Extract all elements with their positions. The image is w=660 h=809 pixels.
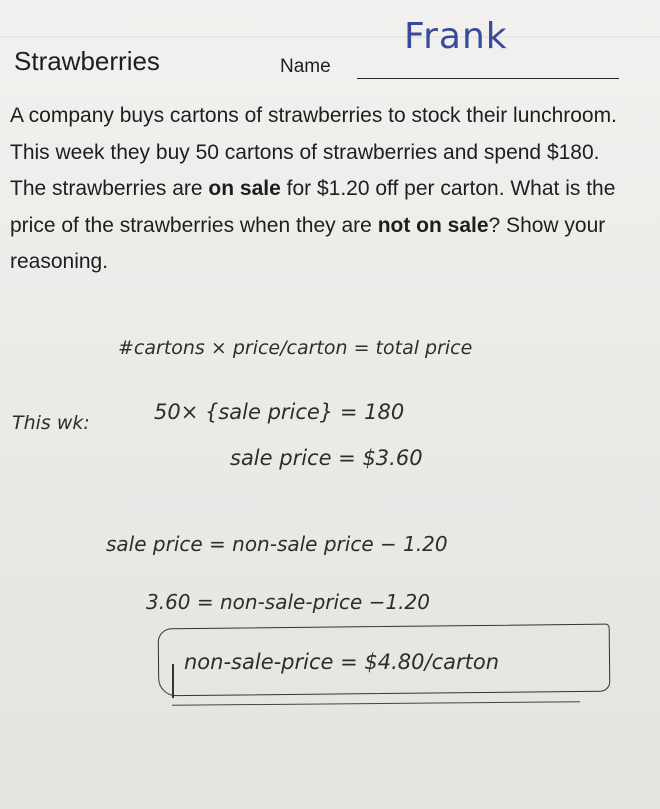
problem-bold-not-on-sale: not on sale bbox=[377, 213, 489, 237]
name-line bbox=[357, 78, 619, 79]
work-equation-1: 50× {sale price} = 180 bbox=[154, 400, 405, 424]
paper-fold bbox=[0, 36, 660, 38]
work-final-answer: non-sale-price = $4.80/carton bbox=[184, 650, 500, 674]
problem-statement: A company buys cartons of strawberries t… bbox=[10, 98, 620, 281]
worksheet-paper: Strawberries Name Frank A company buys c… bbox=[0, 0, 660, 809]
answer-bracket bbox=[172, 664, 174, 698]
problem-text: A company buys cartons of strawberries t… bbox=[10, 98, 620, 281]
work-equation-2: sale price = non-sale price − 1.20 bbox=[106, 532, 448, 556]
name-label: Name bbox=[280, 56, 331, 77]
student-name: Frank bbox=[404, 16, 508, 57]
work-sale-price-result: sale price = $3.60 bbox=[230, 446, 423, 470]
work-this-week-label: This wk: bbox=[12, 412, 90, 434]
answer-underline bbox=[172, 701, 580, 706]
work-formula: #cartons × price/carton = total price bbox=[118, 337, 473, 359]
worksheet-title: Strawberries bbox=[14, 46, 160, 76]
work-equation-3: 3.60 = non-sale-price −1.20 bbox=[146, 590, 430, 614]
problem-bold-on-sale: on sale bbox=[208, 177, 281, 200]
